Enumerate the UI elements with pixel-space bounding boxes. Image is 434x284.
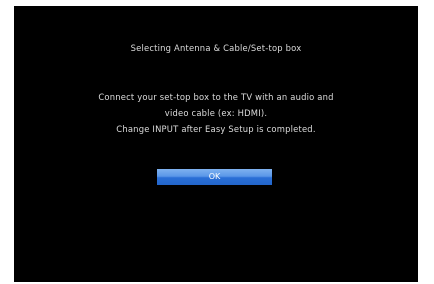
message-line: video cable (ex: HDMI). (164, 108, 268, 118)
dialog-message: Connect your set-top box to the TV with … (14, 89, 418, 137)
tv-screen: Selecting Antenna & Cable/Set-top box Co… (14, 6, 418, 282)
dialog-title: Selecting Antenna & Cable/Set-top box (130, 43, 302, 53)
message-line: Change INPUT after Easy Setup is complet… (116, 124, 316, 134)
message-line: Connect your set-top box to the TV with … (98, 92, 334, 102)
ok-button[interactable]: OK (157, 169, 272, 185)
